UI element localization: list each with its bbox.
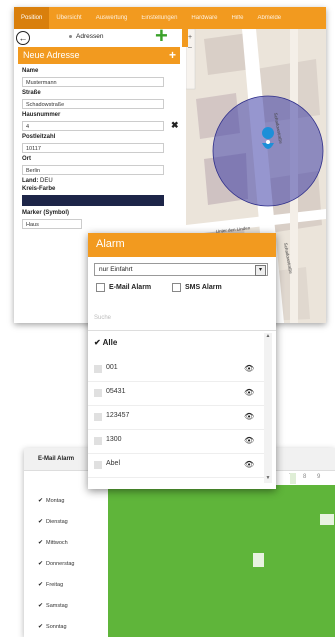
check-icon: ✔ <box>38 540 44 546</box>
item-checkbox[interactable] <box>94 389 102 397</box>
item-checkbox[interactable] <box>94 461 102 469</box>
nav-tab-uebersicht[interactable]: Übersicht <box>49 7 88 29</box>
alarm-list-item[interactable]: 1300 👁 <box>88 430 264 454</box>
alarm-search-input[interactable]: Suche <box>94 315 111 321</box>
address-list-title: Adressen <box>76 33 104 40</box>
schedule-gap <box>290 473 296 484</box>
alarm-mode-value: nur Einfahrt <box>99 266 133 273</box>
house-number-label: Hausnummer <box>22 112 61 118</box>
house-number-input[interactable]: 4 <box>22 121 164 131</box>
schedule-gap <box>253 553 264 567</box>
add-address-icon[interactable]: + <box>155 25 168 47</box>
item-label: 05431 <box>106 388 126 395</box>
check-icon: ✔ <box>38 519 44 525</box>
check-icon: ✔ <box>94 338 101 347</box>
city-input[interactable]: Berlin <box>22 165 164 175</box>
item-checkbox[interactable] <box>94 365 102 373</box>
day-number-header: 7 8 9 <box>279 471 335 485</box>
day-number: 8 <box>303 474 307 480</box>
day-number: 9 <box>317 474 321 480</box>
check-icon: ✔ <box>38 582 44 588</box>
divider <box>88 330 276 331</box>
street-label: Straße <box>22 90 41 96</box>
weekday-row[interactable]: ✔ Dienstag <box>38 518 68 525</box>
check-icon: ✔ <box>38 624 44 630</box>
alarm-header: Alarm <box>88 233 276 257</box>
select-all-row[interactable]: ✔ Alle <box>94 338 117 347</box>
country-value: DEU <box>40 178 53 184</box>
top-navigation-bar: Position Übersicht Auswertung Einstellun… <box>14 7 326 29</box>
country-label: Land: <box>22 178 39 184</box>
city-label: Ort <box>22 156 31 162</box>
nav-tab-hilfe[interactable]: Hilfe <box>224 7 250 29</box>
scroll-up-icon[interactable]: ▲ <box>264 333 272 341</box>
alarm-list-item[interactable]: Abel 👁 <box>88 454 264 478</box>
alarm-list-item[interactable]: 123457 👁 <box>88 406 264 430</box>
alarm-title: Alarm <box>96 238 125 250</box>
item-checkbox[interactable] <box>94 413 102 421</box>
eye-icon[interactable]: 👁 <box>244 460 254 469</box>
weekday-row[interactable]: ✔ Samstag <box>38 602 68 609</box>
alarm-mode-select[interactable]: nur Einfahrt ▾ <box>94 263 268 276</box>
item-label: 1300 <box>106 436 122 443</box>
check-icon: ✔ <box>38 498 44 504</box>
item-checkbox[interactable] <box>94 437 102 445</box>
nav-tab-abmelden[interactable]: Abmelde <box>250 7 288 29</box>
svg-text:+: + <box>188 34 192 41</box>
nav-tab-position[interactable]: Position <box>14 7 50 29</box>
sms-alarm-label: SMS Alarm <box>185 284 222 291</box>
svg-text:–: – <box>188 44 192 51</box>
country-row: Land: DEU <box>22 178 53 184</box>
alarm-list-item[interactable]: 05431 👁 <box>88 382 264 406</box>
eye-icon[interactable]: 👁 <box>244 436 254 445</box>
email-alarm-checkbox[interactable] <box>96 283 105 292</box>
weekday-row[interactable]: ✔ Donnerstag <box>38 560 74 567</box>
back-icon[interactable]: ← <box>16 31 30 45</box>
list-dot-icon <box>69 35 72 38</box>
chevron-down-icon[interactable]: ▾ <box>255 265 266 276</box>
postal-code-input[interactable]: 10117 <box>22 143 164 153</box>
circle-color-label: Kreis-Farbe <box>22 186 56 192</box>
nav-tab-auswertung[interactable]: Auswertung <box>89 7 135 29</box>
schedule-grid[interactable] <box>108 473 335 637</box>
new-address-title: Neue Adresse <box>23 50 80 60</box>
item-label: 001 <box>106 364 118 371</box>
eye-icon[interactable]: 👁 <box>244 388 254 397</box>
weekday-list: ✔ Montag ✔ Dienstag ✔ Mittwoch ✔ Donnerstag … <box>24 485 108 637</box>
email-alarm-label: E-Mail Alarm <box>109 284 152 291</box>
street-input[interactable]: Schadowstraße <box>22 99 164 109</box>
item-label: 123457 <box>106 412 130 419</box>
circle-color-picker[interactable] <box>22 195 164 206</box>
item-label: Abel <box>106 460 121 467</box>
alarm-list-item[interactable]: 001 👁 <box>88 358 264 382</box>
list-scrollbar[interactable]: ▲ ▼ <box>264 333 272 483</box>
marker-label: Marker (Symbol) <box>22 210 70 216</box>
eye-icon[interactable]: 👁 <box>244 412 254 421</box>
schedule-title: E-Mail Alarm <box>38 456 75 462</box>
weekday-row[interactable]: ✔ Sonntag <box>38 623 67 630</box>
name-label: Name <box>22 68 39 74</box>
name-input[interactable]: Mustermann <box>22 77 164 87</box>
sms-alarm-checkbox[interactable] <box>172 283 181 292</box>
schedule-gap <box>320 514 334 525</box>
nav-tab-hardware[interactable]: Hardware <box>184 7 224 29</box>
check-icon: ✔ <box>38 561 44 567</box>
weekday-row[interactable]: ✔ Mittwoch <box>38 539 68 546</box>
scroll-down-icon[interactable]: ▼ <box>264 475 272 483</box>
address-toolbar: ← Adressen + <box>14 25 186 47</box>
new-address-header: Neue Adresse + <box>18 47 180 64</box>
clear-icon[interactable]: ✖ <box>171 120 179 131</box>
alarm-dialog: Alarm nur Einfahrt ▾ E-Mail Alarm SMS Al… <box>88 233 276 489</box>
select-all-label: Alle <box>102 338 118 347</box>
check-icon: ✔ <box>38 603 44 609</box>
weekday-row[interactable]: ✔ Montag <box>38 497 64 504</box>
postal-code-label: Postleitzahl <box>22 134 56 140</box>
eye-icon[interactable]: 👁 <box>244 364 254 373</box>
sidebar-collapse-tab[interactable] <box>182 29 188 47</box>
weekday-row[interactable]: ✔ Freitag <box>38 581 63 588</box>
marker-select[interactable]: Haus <box>22 219 82 229</box>
panel-plus-icon[interactable]: + <box>169 48 176 62</box>
